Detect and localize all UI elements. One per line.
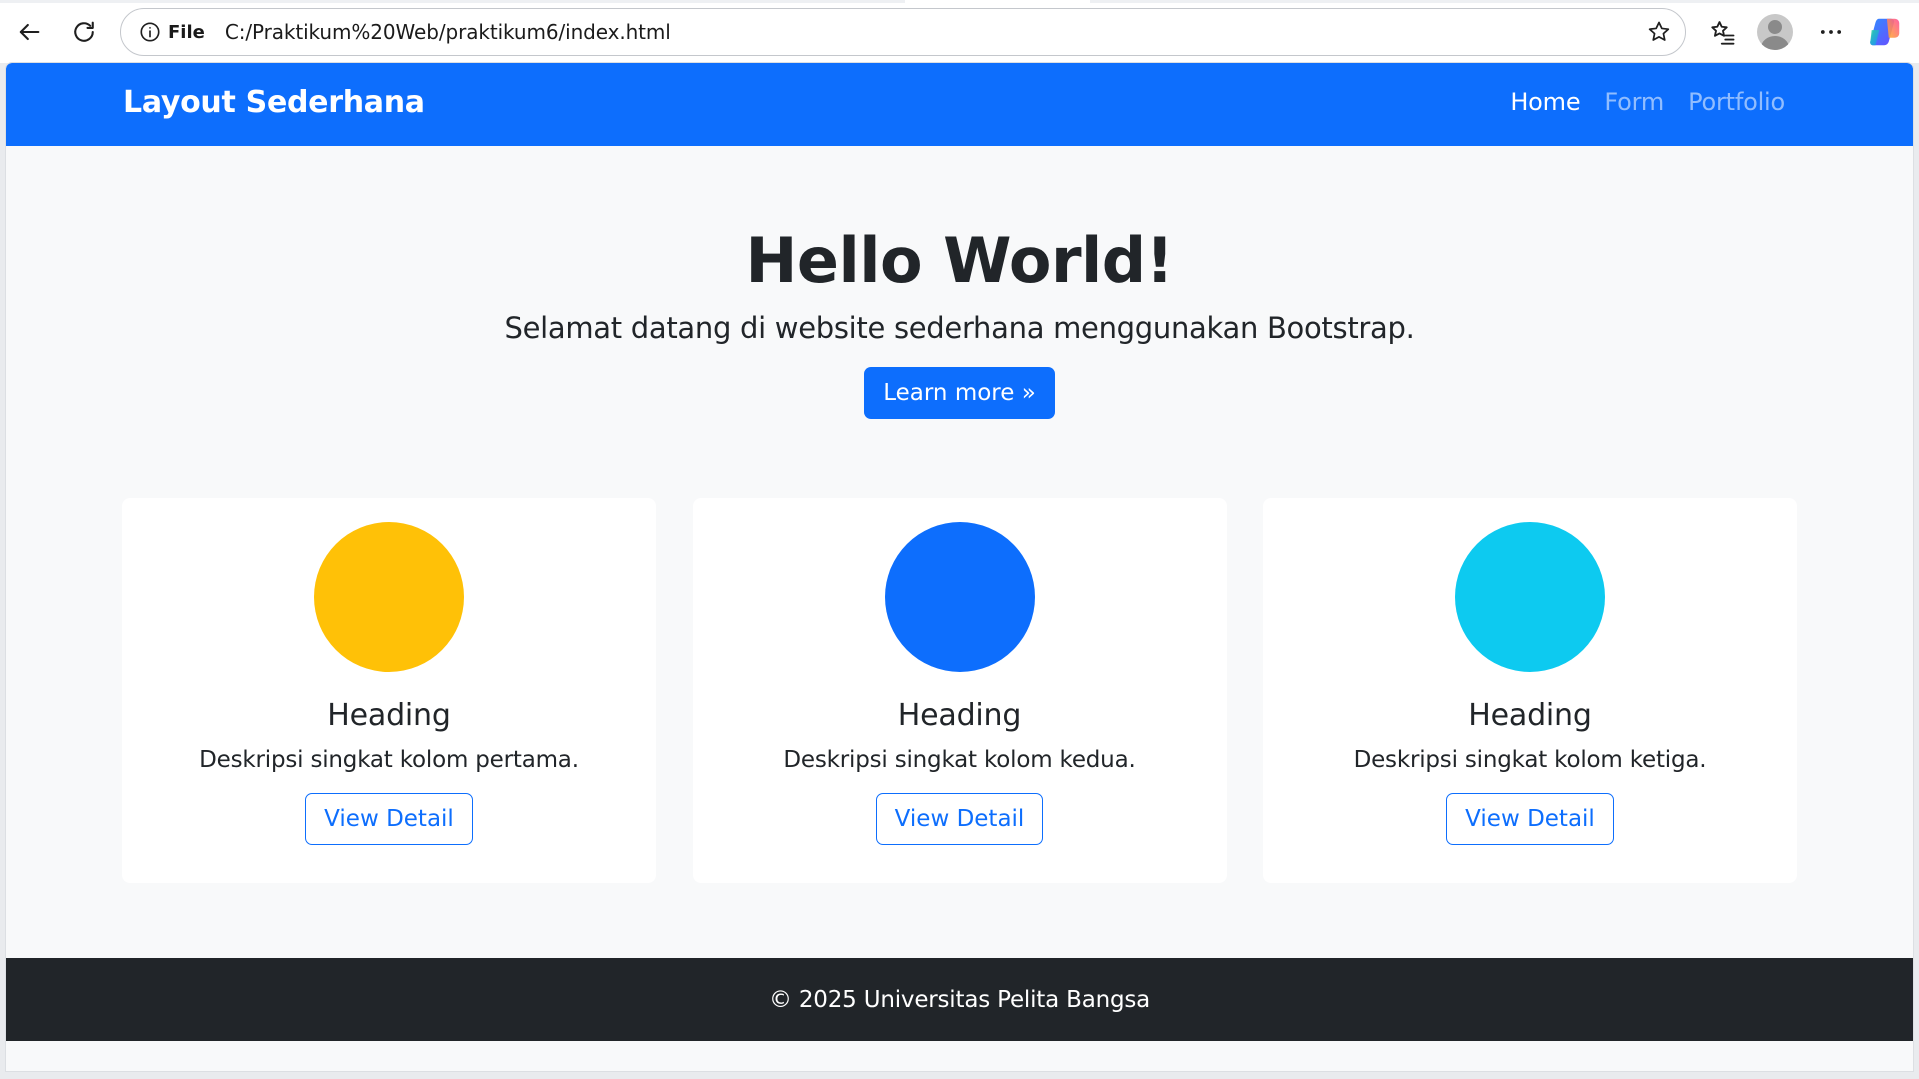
star-icon — [1648, 21, 1670, 41]
card-heading: Heading — [897, 698, 1022, 733]
tab-strip-edge — [0, 0, 905, 3]
card-circle-blue — [884, 522, 1035, 672]
add-favorite-button[interactable] — [1639, 12, 1679, 52]
footer: © 2025 Universitas Pelita Bangsa — [6, 958, 1913, 1041]
card-heading: Heading — [327, 698, 451, 733]
card-circle-yellow — [314, 522, 464, 672]
navbar: Layout Sederhana Home Form Portfolio — [6, 63, 1913, 146]
view-detail-button-3[interactable]: View Detail — [1446, 793, 1614, 845]
address-bar[interactable]: File C:/Praktikum%20Web/praktikum6/index… — [120, 8, 1686, 56]
back-arrow-icon — [19, 23, 40, 41]
view-detail-button-1[interactable]: View Detail — [305, 793, 473, 845]
page-viewport: Layout Sederhana Home Form Portfolio Hel… — [6, 63, 1913, 1071]
hero-section: Hello World! Selamat datang di website s… — [6, 146, 1913, 420]
profile-icon — [1768, 20, 1782, 34]
back-button[interactable] — [9, 12, 49, 52]
card-description: Deskripsi singkat kolom kedua. — [783, 747, 1136, 773]
footer-copyright: © 2025 Universitas Pelita Bangsa — [768, 986, 1151, 1013]
card-description: Deskripsi singkat kolom pertama. — [199, 747, 579, 773]
url-text[interactable]: C:/Praktikum%20Web/praktikum6/index.html — [225, 20, 1639, 44]
profile-icon-body — [1761, 36, 1789, 50]
browser-toolbar: File C:/Praktikum%20Web/praktikum6/index… — [0, 0, 1919, 63]
card-heading: Heading — [1468, 698, 1592, 733]
reload-button[interactable] — [64, 12, 104, 52]
tab-strip-edge — [1090, 0, 1919, 3]
learn-more-button[interactable]: Learn more » — [864, 367, 1055, 420]
nav-link-home[interactable]: Home — [1510, 88, 1580, 116]
favorites-button[interactable] — [1703, 12, 1743, 52]
profile-avatar[interactable] — [1757, 14, 1793, 50]
feature-card-1: Heading Deskripsi singkat kolom pertama.… — [122, 498, 656, 883]
hero-title: Hello World! — [745, 224, 1174, 297]
site-info-button[interactable]: File — [133, 16, 211, 48]
copilot-button[interactable] — [1866, 13, 1904, 51]
more-icon — [1820, 30, 1842, 34]
feature-card-2: Heading Deskripsi singkat kolom kedua. V… — [692, 498, 1227, 883]
reload-icon — [74, 21, 94, 42]
nav-link-portfolio[interactable]: Portfolio — [1688, 88, 1785, 116]
view-detail-button-2[interactable]: View Detail — [875, 793, 1044, 845]
info-icon — [140, 22, 160, 42]
nav-link-form[interactable]: Form — [1604, 88, 1664, 116]
hero-lead: Selamat datang di website sederhana meng… — [504, 311, 1415, 346]
nav-links: Home Form Portfolio — [1510, 88, 1785, 116]
settings-more-button[interactable] — [1811, 12, 1851, 52]
favorites-icon — [1711, 21, 1735, 45]
copilot-icon — [1870, 18, 1900, 46]
card-description: Deskripsi singkat kolom ketiga. — [1353, 747, 1707, 773]
feature-cards: Heading Deskripsi singkat kolom pertama.… — [122, 498, 1797, 883]
navbar-brand[interactable]: Layout Sederhana — [123, 85, 425, 120]
site-info-label: File — [168, 21, 205, 43]
feature-card-3: Heading Deskripsi singkat kolom ketiga. … — [1263, 498, 1797, 883]
card-circle-cyan — [1455, 522, 1605, 672]
